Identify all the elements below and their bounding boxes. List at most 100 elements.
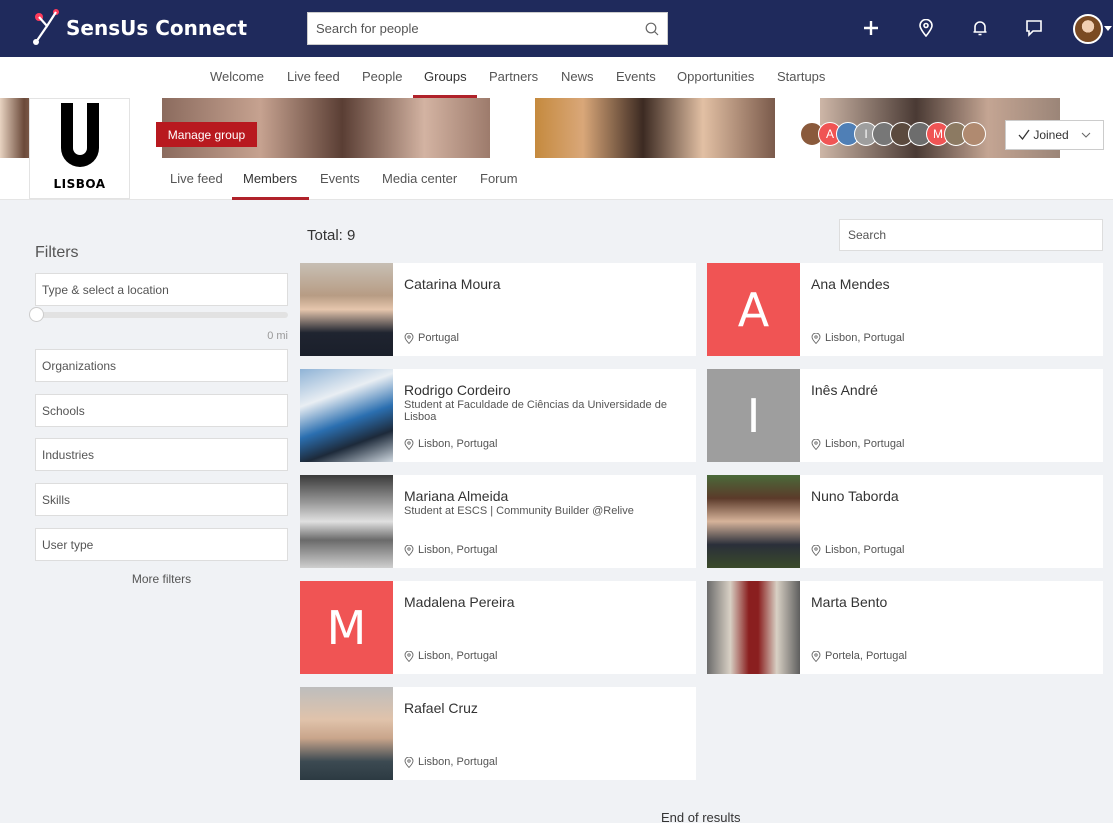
member-card[interactable]: I Inês André Lisbon, Portugal (707, 369, 1103, 462)
group-tabs: Live feed Members Events Media center Fo… (0, 158, 1113, 200)
location-pin-icon (404, 544, 414, 556)
member-letter-avatar[interactable]: A (707, 263, 800, 356)
user-type-filter[interactable]: User type (35, 528, 288, 561)
member-card[interactable]: Rodrigo Cordeiro Student at Faculdade de… (300, 369, 696, 462)
location-pin-icon[interactable] (912, 14, 940, 42)
member-location: Lisbon, Portugal (404, 438, 498, 450)
cover-photo-segment (535, 98, 775, 158)
member-card[interactable]: Marta Bento Portela, Portugal (707, 581, 1103, 674)
check-icon (1018, 129, 1030, 141)
organizations-filter[interactable]: Organizations (35, 349, 288, 382)
member-location: Lisbon, Portugal (811, 438, 905, 450)
member-location-text: Lisbon, Portugal (825, 438, 905, 450)
member-photo[interactable] (300, 687, 393, 780)
app-name: SensUs Connect (66, 16, 248, 40)
people-search-input[interactable] (308, 13, 637, 44)
search-icon[interactable] (637, 22, 667, 36)
member-card[interactable]: Catarina Moura Portugal (300, 263, 696, 356)
nav-welcome[interactable]: Welcome (210, 69, 264, 84)
skills-filter[interactable]: Skills (35, 483, 288, 516)
member-location-text: Lisbon, Portugal (825, 544, 905, 556)
joined-label: Joined (1033, 128, 1069, 142)
tab-live-feed[interactable]: Live feed (170, 171, 223, 186)
members-total: Total: 9 (307, 227, 356, 244)
member-photo[interactable] (300, 475, 393, 568)
schools-filter[interactable]: Schools (35, 394, 288, 427)
nav-events[interactable]: Events (616, 69, 656, 84)
member-name[interactable]: Nuno Taborda (811, 488, 899, 504)
member-card[interactable]: Rafael Cruz Lisbon, Portugal (300, 687, 696, 780)
nav-people[interactable]: People (362, 69, 402, 84)
tab-media-center[interactable]: Media center (382, 171, 457, 186)
member-search[interactable] (839, 219, 1103, 251)
chat-icon[interactable] (1020, 14, 1048, 42)
location-pin-icon (404, 332, 414, 344)
industries-filter[interactable]: Industries (35, 438, 288, 471)
people-search[interactable] (307, 12, 668, 45)
member-name[interactable]: Ana Mendes (811, 276, 890, 292)
main-navigation: Welcome Live feed People Groups Partners… (0, 57, 1113, 98)
group-logo[interactable]: LISBOA (29, 98, 130, 199)
tab-forum[interactable]: Forum (480, 171, 518, 186)
member-location: Lisbon, Portugal (404, 756, 498, 768)
plus-icon[interactable] (857, 14, 885, 42)
active-tab-indicator (232, 197, 309, 200)
member-headline: Student at Faculdade de Ciências da Univ… (404, 399, 667, 423)
nav-news[interactable]: News (561, 69, 594, 84)
nav-startups[interactable]: Startups (777, 69, 825, 84)
member-location-text: Lisbon, Portugal (418, 756, 498, 768)
member-card[interactable]: M Madalena Pereira Lisbon, Portugal (300, 581, 696, 674)
member-letter-avatar[interactable]: M (300, 581, 393, 674)
member-avatar[interactable] (962, 122, 986, 146)
nav-opportunities[interactable]: Opportunities (677, 69, 754, 84)
location-pin-icon (404, 438, 414, 450)
member-photo[interactable] (707, 475, 800, 568)
filters-title: Filters (35, 244, 79, 261)
distance-slider-handle[interactable] (29, 307, 44, 322)
member-card[interactable]: A Ana Mendes Lisbon, Portugal (707, 263, 1103, 356)
location-filter[interactable] (35, 273, 288, 306)
nav-partners[interactable]: Partners (489, 69, 538, 84)
member-location-text: Lisbon, Portugal (418, 650, 498, 662)
member-card[interactable]: Nuno Taborda Lisbon, Portugal (707, 475, 1103, 568)
profile-avatar[interactable] (1073, 14, 1103, 44)
member-name[interactable]: Rafael Cruz (404, 700, 478, 716)
member-photo[interactable] (707, 581, 800, 674)
member-search-input[interactable] (848, 228, 1102, 242)
member-location-text: Portela, Portugal (825, 650, 907, 662)
location-pin-icon (404, 650, 414, 662)
nav-live-feed[interactable]: Live feed (287, 69, 340, 84)
bell-icon[interactable] (966, 14, 994, 42)
member-name[interactable]: Madalena Pereira (404, 594, 515, 610)
member-name[interactable]: Inês André (811, 382, 878, 398)
joined-button[interactable]: Joined (1005, 120, 1104, 150)
more-filters-link[interactable]: More filters (35, 572, 288, 586)
university-logo-mark (60, 103, 99, 167)
location-filter-input[interactable] (42, 282, 287, 297)
member-location: Portugal (404, 332, 459, 344)
member-name[interactable]: Mariana Almeida (404, 488, 508, 504)
member-name[interactable]: Marta Bento (811, 594, 887, 610)
top-bar: SensUs Connect (0, 0, 1113, 57)
member-location-text: Portugal (418, 332, 459, 344)
location-pin-icon (811, 438, 821, 450)
group-logo-text: LISBOA (53, 177, 106, 191)
app-logo[interactable]: SensUs Connect (30, 8, 247, 48)
member-location: Lisbon, Portugal (811, 544, 905, 556)
member-name[interactable]: Catarina Moura (404, 276, 501, 292)
tab-members[interactable]: Members (243, 171, 297, 186)
member-photo[interactable] (300, 369, 393, 462)
chevron-down-icon[interactable] (1104, 26, 1112, 31)
member-photo[interactable] (300, 263, 393, 356)
member-card[interactable]: Mariana Almeida Student at ESCS | Commun… (300, 475, 696, 568)
location-pin-icon (811, 650, 821, 662)
nav-groups[interactable]: Groups (424, 69, 467, 84)
member-name[interactable]: Rodrigo Cordeiro (404, 382, 511, 398)
location-pin-icon (811, 544, 821, 556)
sensus-logo-icon (33, 9, 59, 45)
distance-slider[interactable] (35, 312, 288, 318)
member-letter-avatar[interactable]: I (707, 369, 800, 462)
manage-group-button[interactable]: Manage group (156, 122, 257, 147)
chevron-down-icon (1081, 132, 1091, 138)
tab-events[interactable]: Events (320, 171, 360, 186)
